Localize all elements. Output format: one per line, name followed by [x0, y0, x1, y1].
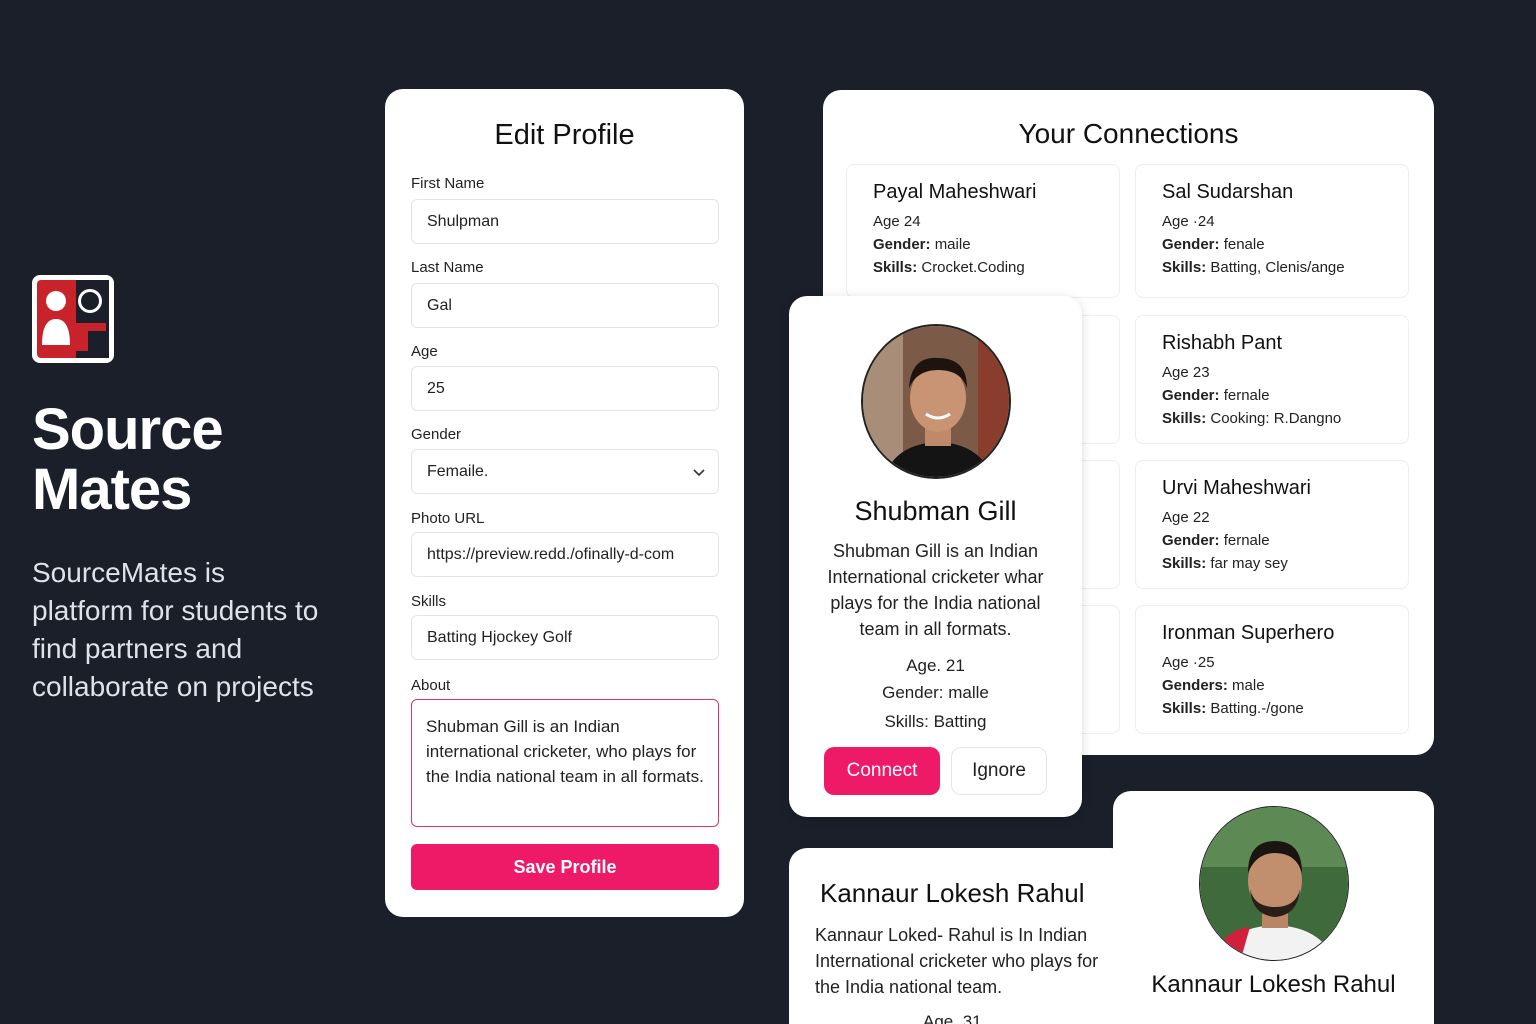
person-photo-icon — [1200, 807, 1348, 960]
edit-profile-card: Edit Profile First Name Shulpman Last Na… — [385, 89, 744, 917]
connection-card[interactable]: Urvi Maheshwari Age 22 Gender: fernale S… — [1135, 460, 1409, 589]
connection-age: Age 23 — [1162, 364, 1210, 381]
gender-key: Gender: — [1162, 387, 1220, 404]
brand-title-line1: Source — [32, 397, 224, 462]
featured-bio: Shubman Gill is an Indian International … — [827, 541, 1044, 639]
connection-age: Age 22 — [1162, 509, 1210, 526]
connection-age: Age ·24 — [1162, 213, 1215, 230]
about-label: About — [411, 677, 451, 694]
connection-skills: Skills: Batting, Clenis/ange — [1162, 256, 1382, 279]
connection-name: Rishabh Pant — [1162, 332, 1283, 354]
profile-age: Age. 31 — [923, 1012, 982, 1024]
gender-value: fernale — [1223, 387, 1270, 404]
profile-bio: Kannaur Loked- Rahul is In Indian Intern… — [815, 925, 1099, 997]
connection-name: Sal Sudarshan — [1162, 181, 1294, 203]
connection-skills: Skills: far may sey — [1162, 552, 1382, 575]
skills-key: Skills: — [1162, 700, 1207, 717]
featured-age: Age. 21 — [906, 656, 965, 675]
connection-card[interactable]: Sal Sudarshan Age ·24 Gender: fenale Ski… — [1135, 164, 1409, 298]
last-name-label: Last Name — [411, 259, 484, 276]
profile-card-rahul: Kannaur Lokesh Rahul Kannaur Loked- Rahu… — [789, 848, 1129, 1024]
gender-value: maile — [934, 236, 971, 253]
brand-description: SourceMates is platform for students to … — [32, 557, 319, 702]
connection-card[interactable]: Ironman Superhero Age ·25 Genders: male … — [1135, 605, 1409, 734]
connection-age: Age ·25 — [1162, 654, 1215, 671]
skills-input[interactable]: Batting Hjockey Golf — [411, 615, 719, 660]
about-textarea[interactable]: Shubman Gill is an Indian international … — [411, 699, 719, 827]
connection-gender: Genders: male — [1162, 674, 1382, 697]
gender-label: Gender — [411, 426, 462, 443]
connection-skills: Skills: Crocket.Coding — [873, 256, 1093, 279]
skills-key: Skills: — [1162, 259, 1207, 276]
connection-skills: Skills: Cooking: R.Dangno — [1162, 407, 1382, 430]
skills-key: Skills: — [1162, 410, 1207, 427]
profile-name: Kannaur Lokesh Rahul — [820, 878, 1085, 908]
connection-age: Age 24 — [873, 213, 921, 230]
chevron-down-icon — [693, 469, 705, 477]
people-logo-icon — [32, 275, 114, 363]
connection-name: Urvi Maheshwari — [1162, 477, 1311, 499]
featured-skills: Skills: Batting — [884, 712, 987, 731]
connection-gender: Gender: maile — [873, 233, 1093, 256]
ignore-button[interactable]: Ignore — [951, 747, 1047, 795]
brand-title: Source Mates — [32, 397, 224, 522]
skills-value: Batting.-/gone — [1210, 700, 1304, 717]
gender-value: male — [1232, 677, 1265, 694]
profile-photo-card-rahul: Kannaur Lokesh Rahul — [1113, 791, 1434, 1024]
gender-select[interactable]: Femaile. — [411, 449, 719, 494]
gender-key: Genders: — [1162, 677, 1228, 694]
gender-value: fernale — [1223, 532, 1270, 549]
connection-card[interactable]: Payal Maheshwari Age 24 Gender: maile Sk… — [846, 164, 1120, 298]
age-input[interactable]: 25 — [411, 366, 719, 411]
age-label: Age — [411, 343, 438, 360]
skills-value: Batting, Clenis/ange — [1210, 259, 1345, 276]
connection-name: Payal Maheshwari — [873, 181, 1037, 203]
gender-value: fenale — [1223, 236, 1265, 253]
first-name-input[interactable]: Shulpman — [411, 199, 719, 244]
connection-card[interactable]: Rishabh Pant Age 23 Gender: fernale Skil… — [1135, 315, 1409, 444]
connection-gender: Gender: fernale — [1162, 529, 1382, 552]
save-profile-button[interactable]: Save Profile — [411, 844, 719, 890]
connection-gender: Gender: fenale — [1162, 233, 1382, 256]
connections-title: Your Connections — [1018, 118, 1239, 149]
skills-key: Skills: — [873, 259, 918, 276]
skills-value: Cooking: R.Dangno — [1210, 410, 1342, 427]
gender-key: Gender: — [1162, 532, 1220, 549]
photo-url-input[interactable]: https://preview.redd./ofinally-d-com — [411, 532, 719, 577]
connection-skills: Skills: Batting.-/gone — [1162, 697, 1382, 720]
gender-value: Femaile. — [427, 463, 489, 480]
skills-value: Crocket.Coding — [921, 259, 1025, 276]
skills-key: Skills: — [1162, 555, 1207, 572]
skills-value: far may sey — [1210, 555, 1288, 572]
featured-profile-card: Shubman Gill Shubman Gill is an Indian I… — [789, 296, 1082, 817]
edit-profile-title: Edit Profile — [494, 119, 635, 151]
photo-url-label: Photo URL — [411, 510, 485, 527]
featured-gender: Gender: malle — [882, 683, 989, 702]
featured-name: Shubman Gill — [854, 496, 1017, 526]
connection-gender: Gender: fernale — [1162, 384, 1382, 407]
skills-label: Skills — [411, 593, 447, 610]
profile-name: Kannaur Lokesh Rahul — [1151, 971, 1396, 998]
last-name-input[interactable]: Gal — [411, 283, 719, 328]
person-photo-icon — [863, 326, 1009, 477]
first-name-label: First Name — [411, 175, 485, 192]
brand-title-line2: Mates — [32, 457, 192, 522]
avatar — [1199, 806, 1349, 961]
gender-key: Gender: — [873, 236, 931, 253]
connection-name: Ironman Superhero — [1162, 622, 1335, 644]
avatar — [861, 324, 1011, 479]
gender-key: Gender: — [1162, 236, 1220, 253]
connect-button[interactable]: Connect — [824, 747, 940, 795]
